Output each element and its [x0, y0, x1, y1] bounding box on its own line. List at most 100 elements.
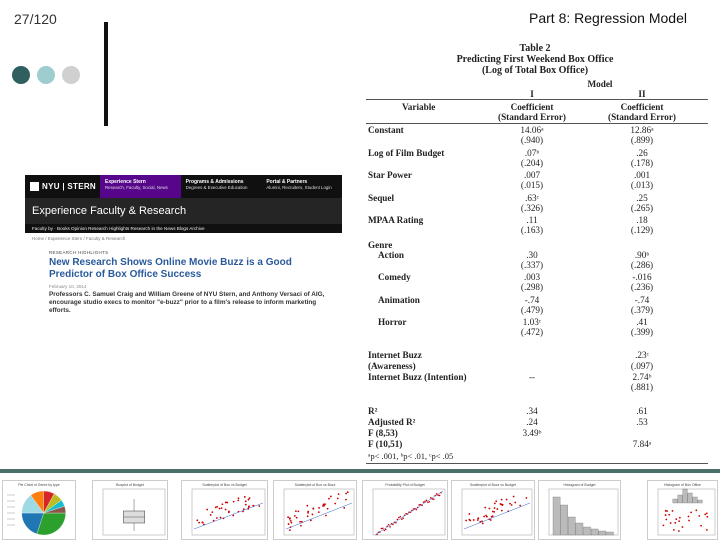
row-label: F (10,51)	[368, 439, 403, 449]
article-headline: New Research Shows Online Movie Buzz is …	[49, 257, 292, 280]
model1-stat: .34	[526, 406, 538, 416]
model2-stat: .53	[636, 417, 648, 427]
model2-coef: .23ᶜ	[635, 350, 649, 360]
row-label: Animation	[378, 294, 420, 305]
nyu-top-bar: NYU | STERN Experience Stern Research, Fa…	[25, 175, 342, 198]
slide-title: Part 8: Regression Model	[529, 10, 687, 26]
model1-coef: .30	[526, 249, 538, 260]
thumbnail-plot	[657, 488, 716, 536]
model1-stderr: (.472)	[520, 327, 544, 337]
model2-stderr: (.881)	[630, 382, 654, 392]
row-label: Adjusted R²	[368, 417, 416, 427]
dot-gray	[62, 66, 80, 84]
model1-coef: .63ᶜ	[525, 192, 539, 203]
nyu-menu-programs[interactable]: Programs & Admissions Degrees & Executive…	[181, 175, 262, 198]
model2-stderr: (.178)	[630, 157, 654, 168]
thumbnail-prob[interactable]: Probability Plot of Budget	[362, 480, 448, 540]
model2-coef: -.74	[634, 294, 650, 305]
model2-stat: .61	[636, 406, 648, 416]
model2-coef: .001	[633, 170, 651, 180]
model1-stderr: (.479)	[520, 304, 544, 315]
model2-stderr: (.013)	[630, 180, 654, 190]
thumbnail-plot	[548, 488, 619, 536]
thumbnail-pie[interactable]: Pie Chart of Genre by type	[2, 480, 76, 540]
model1-stat: 3.49ᵇ	[522, 428, 542, 438]
row-label: (Awareness)	[368, 361, 416, 371]
genre-label: Genre	[368, 239, 393, 250]
thumbnail-histscatter[interactable]: Histogram of Box Office	[647, 480, 718, 540]
decorative-dots	[12, 66, 80, 84]
coef-header-2: Coefficient	[620, 102, 664, 112]
row-label: Star Power	[368, 170, 412, 180]
menu-text: Alumni, Recruiters, Student Login	[266, 185, 332, 190]
menu-text: Degrees & Executive Education	[185, 185, 248, 190]
article-summary: Professors C. Samuel Craig and William G…	[49, 291, 325, 314]
model1-coef: .07ᵇ	[524, 147, 540, 158]
thumbnail-plot	[283, 488, 355, 536]
row-label: Comedy	[378, 272, 411, 282]
nyu-menu-experience[interactable]: Experience Stern Research, Faculty, Socia…	[100, 175, 181, 198]
torch-icon	[30, 182, 39, 191]
footer-accent-line	[0, 469, 720, 473]
slide-number: 27/120	[14, 11, 57, 27]
row-label: MPAA Rating	[368, 215, 424, 225]
stderr-header-2: (Standard Error)	[608, 112, 676, 122]
regression-table: Table 2 Predicting First Weekend Box Off…	[362, 43, 708, 465]
nyu-subnav[interactable]: Faculty by · Books Opinion Research High…	[25, 224, 342, 233]
model2-stderr: (.899)	[630, 135, 654, 145]
model1-coef: .003	[523, 272, 541, 282]
model2-coef: 12.86ᵃ	[630, 125, 654, 135]
model2-coef: .90ᵇ	[634, 249, 650, 260]
thumbnail-hist[interactable]: Histogram of Budget	[538, 480, 621, 540]
thumbnail-scatter[interactable]: Scatterplot of Buzz vs Budget	[451, 480, 535, 540]
row-label: Horror	[378, 317, 407, 327]
table-caption-2: Predicting First Weekend Box Office	[456, 54, 614, 65]
thumbnail-plot	[102, 488, 166, 536]
model2-stderr: (.379)	[630, 304, 654, 315]
model1-stderr: (.204)	[520, 157, 544, 168]
vertical-divider	[104, 22, 108, 126]
dot-light	[37, 66, 55, 84]
thumbnail-plot	[461, 488, 533, 536]
model1-coef: --	[528, 372, 536, 382]
coef-header-1: Coefficient	[510, 102, 554, 112]
table-caption-3: (Log of Total Box Office)	[481, 65, 589, 76]
breadcrumb[interactable]: Home / Experience Stern / Faculty & Rese…	[25, 233, 342, 241]
model2-coef: -.016	[632, 272, 652, 282]
row-label: Internet Buzz (Intention)	[368, 372, 467, 382]
menu-text: Research, Faculty, Social, News	[105, 185, 168, 190]
model2-stderr: (.236)	[630, 282, 654, 292]
model1-stderr: (.326)	[520, 202, 544, 213]
variable-header: Variable	[402, 102, 436, 112]
model2-coef: .26	[636, 147, 648, 158]
model2-coef: .18	[636, 215, 648, 225]
model1-stat: .24	[526, 417, 538, 427]
model1-coef: -.74	[524, 294, 540, 305]
nyu-article-screenshot: NYU | STERN Experience Stern Research, Fa…	[25, 175, 342, 347]
row-label: Constant	[368, 125, 404, 135]
article-date: February 10, 2014	[49, 284, 87, 289]
thumbnail-plot	[7, 490, 66, 536]
model2-coef: .41	[636, 317, 648, 327]
model2-stat: 7.84ᵃ	[632, 439, 652, 449]
model2-coef: (.097)	[630, 361, 654, 371]
model2-stderr: (.286)	[630, 259, 654, 270]
thumbnail-box[interactable]: Boxplot of Budget	[92, 480, 168, 540]
table-footnote: ᵃp< .001, ᵇp< .01, ᶜp< .05	[368, 451, 454, 461]
model1-stderr: (.163)	[520, 225, 544, 235]
model2-stderr: (.265)	[630, 202, 654, 213]
model2-stderr: (.399)	[630, 327, 654, 337]
table-rule	[366, 123, 708, 124]
row-label: Sequel	[368, 192, 395, 203]
model1-stderr: (.298)	[520, 282, 544, 292]
table-rule	[366, 99, 708, 100]
row-label: F (8,53)	[368, 428, 398, 438]
nyu-menu-portal[interactable]: Portal & Partners Alumni, Recruiters, Stu…	[261, 175, 342, 198]
thumbnail-scatter[interactable]: Scatterplot of Box vs Budget	[181, 480, 268, 540]
thumbnail-scatter[interactable]: Scatterplot of Box vs Buzz	[273, 480, 357, 540]
nyu-logo: NYU | STERN	[25, 175, 100, 198]
table-rule	[366, 463, 708, 464]
thumbnail-plot	[372, 488, 446, 536]
model-label: Model	[587, 79, 613, 89]
row-label: Internet Buzz	[368, 350, 422, 360]
